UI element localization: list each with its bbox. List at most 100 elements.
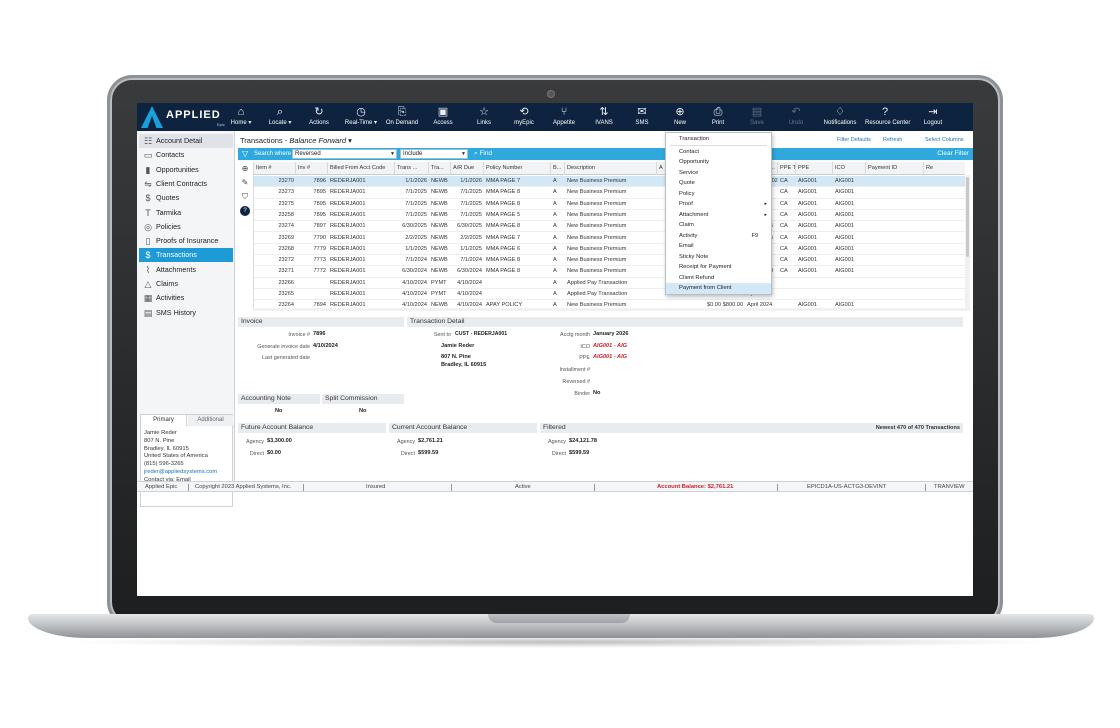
menu-item-attachment[interactable]: Attachment ▸ — [666, 210, 771, 221]
menu-item-sticky-note[interactable]: Sticky Note — [666, 252, 771, 263]
menu-item-contact[interactable]: Contact — [666, 147, 771, 158]
table-row[interactable]: 23268 7779 REDERJA001 1/1/2025 NEWB 1/1/2025 M… — [254, 244, 965, 256]
sidebar-item-account-detail[interactable]: ☷ Account Detail — [139, 134, 233, 148]
access-button[interactable]: ▣ Access — [423, 105, 463, 130]
help-icon[interactable]: ? — [240, 206, 250, 216]
table-row[interactable]: 23274 7897 REDERJA001 6/30/2025 NEWB 6/30/202… — [254, 221, 965, 233]
menu-item-payment-from-client[interactable]: Payment from Client — [666, 283, 771, 294]
sidebar-item-transactions[interactable]: $ Transactions — [139, 248, 233, 263]
scroll-thumb[interactable] — [966, 177, 969, 257]
table-row[interactable]: 23271 7772 REDERJA001 6/30/2024 NEWB 6/30/202… — [254, 266, 965, 278]
filter-defaults-link[interactable]: Filter Defaults — [837, 137, 871, 143]
menu-item-quote[interactable]: Quote — [666, 178, 771, 189]
acctg-month-value: January 2026 — [593, 331, 629, 337]
column-header[interactable]: PPE Type — [778, 162, 796, 175]
table-row[interactable]: 23265 REDERJA001 4/10/2024 PYMT 4/10/2024 A Ap… — [254, 289, 965, 301]
page-title[interactable]: Transactions - Balance Forward ▾ — [240, 136, 352, 145]
real-time-button[interactable]: ◷ Real-Time ▾ — [341, 105, 381, 130]
column-header[interactable]: Description — [565, 162, 657, 175]
resource-center-button[interactable]: ? Resource Center — [865, 105, 910, 130]
filter-operator-select[interactable]: Include ▼ — [400, 149, 468, 159]
grid-horizontal-scrollbar[interactable] — [253, 308, 965, 311]
column-header[interactable]: Item # — [254, 162, 296, 175]
select-columns-link[interactable]: Select Columns — [925, 137, 964, 143]
table-row[interactable]: 23272 7773 REDERJA001 7/1/2024 NEWB 7/1/2024 M… — [254, 255, 965, 267]
table-cell: PYMT — [431, 279, 447, 286]
sidebar-item-contacts[interactable]: ▭ Contacts — [139, 148, 233, 162]
column-header[interactable]: Re — [924, 162, 965, 175]
menu-item-receipt-for-payment[interactable]: Receipt for Payment — [666, 262, 771, 273]
menu-item-client-refund[interactable]: Client Refund — [666, 273, 771, 284]
links-button[interactable]: ☆ Links — [464, 105, 504, 130]
table-row[interactable]: 23275 7895 REDERJA001 7/1/2025 NEWB 7/1/2025 M… — [254, 199, 965, 210]
logout-button[interactable]: ⇥ Logout — [913, 105, 953, 130]
edit-icon[interactable]: ✎ — [240, 178, 250, 188]
sidebar-item-policies[interactable]: ◎ Policies — [139, 220, 233, 234]
sidebar-item-activities[interactable]: ▦ Activities — [139, 291, 233, 305]
filter-field-select[interactable]: Reversed ▼ — [292, 149, 397, 159]
ico-value[interactable]: AIG001 - AIG — [593, 343, 627, 349]
sidebar-item-attachments[interactable]: ⌇ Attachments — [139, 263, 233, 277]
actions-button[interactable]: ↻ Actions — [299, 105, 339, 130]
menu-item-policy[interactable]: Policy — [666, 189, 771, 200]
grid-vertical-scrollbar[interactable] — [965, 175, 970, 311]
tab-additional[interactable]: Additional — [188, 415, 233, 426]
appetite-button[interactable]: ⑂ Appetite — [544, 105, 584, 130]
undo-button[interactable]: ↶ Undo — [776, 105, 816, 130]
column-header[interactable]: Trans ... — [395, 162, 429, 175]
find-button[interactable]: ⌕ Find — [474, 148, 492, 160]
home-button[interactable]: ⌂ Home ▾ — [221, 105, 261, 130]
sidebar-item-claims[interactable]: △ Claims — [139, 277, 233, 291]
column-header[interactable]: Payment ID — [866, 162, 924, 175]
column-header[interactable]: B... — [551, 162, 565, 175]
column-header[interactable]: Tra... — [429, 162, 451, 175]
menu-item-proof[interactable]: Proof ▸ — [666, 199, 771, 210]
column-header[interactable]: Policy Number — [484, 162, 551, 175]
menu-item-activity[interactable]: Activity F9 — [666, 231, 771, 242]
on-demand-label: On Demand — [385, 120, 419, 126]
table-row[interactable]: 23258 7895 REDERJA001 7/1/2025 NEWB 7/1/2025 M… — [254, 210, 965, 222]
table-row[interactable]: 23270 7896 REDERJA001 1/1/2026 NEWB 1/1/2026 M… — [254, 176, 965, 188]
chevron-right-icon: ▸ — [764, 211, 767, 218]
notifications-button[interactable]: ♢ Notifications — [820, 105, 860, 130]
table-cell: 6/30/2024 — [457, 268, 482, 275]
print-button[interactable]: ⎙ Print — [698, 105, 738, 130]
column-header[interactable]: Inv # — [296, 162, 328, 175]
future-agency-label: Agency — [246, 439, 264, 445]
table-row[interactable]: 23269 7790 REDERJA001 2/2/2025 NEWB 2/2/2025 M… — [254, 233, 965, 244]
refresh-link[interactable]: Refresh — [883, 137, 902, 143]
myepic-button[interactable]: ⟲ myEpic — [504, 105, 544, 130]
sidebar-item-quotes[interactable]: $ Quotes — [139, 191, 233, 205]
menu-item-opportunity[interactable]: Opportunity — [666, 157, 771, 168]
column-header[interactable]: ICO — [833, 162, 866, 175]
ivans-button[interactable]: ⇅ IVANS — [584, 105, 624, 130]
menu-item-service[interactable]: Service — [666, 168, 771, 179]
sidebar-item-client-contracts[interactable]: ⇋ Client Contracts — [139, 177, 233, 191]
sidebar-item-proofs-of-insurance[interactable]: ▯ Proofs of Insurance — [139, 234, 233, 248]
contact-email-link[interactable]: jreder@appliedsystems.com — [144, 469, 217, 475]
sms-history-icon: ▤ — [143, 307, 153, 318]
menu-item-email[interactable]: Email — [666, 241, 771, 252]
tab-primary[interactable]: Primary — [141, 415, 187, 426]
sidebar-item-opportunities[interactable]: ▮ Opportunities — [139, 163, 233, 177]
column-header[interactable]: PPE — [796, 162, 833, 175]
add-icon[interactable]: ⊕ — [240, 164, 250, 174]
table-row[interactable]: 23273 7895 REDERJA001 7/1/2025 NEWB 7/1/2025 M… — [254, 187, 965, 199]
clear-filter-button[interactable]: Clear Filter — [937, 148, 969, 160]
menu-item-claim[interactable]: Claim — [666, 220, 771, 231]
ppe-value[interactable]: AIG001 - AIG — [593, 354, 627, 360]
column-header[interactable]: Billed From Acct Code — [328, 162, 395, 175]
table-cell: 7895 — [313, 189, 326, 196]
column-header[interactable]: A/R Due — [451, 162, 484, 175]
save-button[interactable]: ▤ Save — [737, 105, 777, 130]
sidebar-item-sms-history[interactable]: ▤ SMS History — [139, 306, 233, 320]
menu-item-transaction[interactable]: Transaction — [666, 134, 771, 145]
locate-button[interactable]: ⌕ Locate ▾ — [260, 105, 300, 130]
filter-tool-icon[interactable]: ⛉ — [240, 192, 250, 202]
sidebar-item-tarmika[interactable]: T Tarmika — [139, 206, 233, 220]
new-button[interactable]: ⊕ New — [660, 105, 700, 130]
on-demand-button[interactable]: ⎘ On Demand — [382, 105, 422, 130]
table-cell: NEWB — [431, 245, 448, 252]
sms-button[interactable]: ✉ SMS — [622, 105, 662, 130]
table-row[interactable]: 23266 REDERJA001 4/10/2024 PYMT 4/10/2024 A Ap… — [254, 278, 965, 289]
